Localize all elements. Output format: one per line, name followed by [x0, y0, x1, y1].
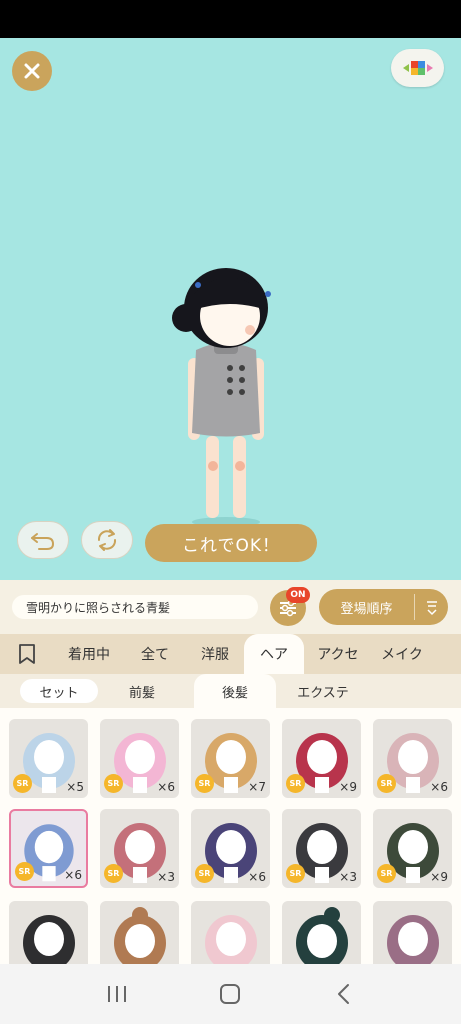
sort-order-icon[interactable] — [415, 598, 448, 616]
avatar-stage: これでOK！ — [0, 38, 461, 580]
hair-item[interactable]: SR ×5 — [9, 719, 88, 798]
tab-wearing[interactable]: 着用中 — [54, 634, 124, 674]
rarity-badge: SR — [13, 774, 32, 793]
item-count: ×9 — [339, 780, 357, 794]
category-tabs: 着用中 全て 洋服 ヘア アクセ メイク — [0, 634, 461, 674]
tab-hair[interactable]: ヘア — [244, 634, 304, 674]
tab-clothes[interactable]: 洋服 — [186, 634, 244, 674]
item-count: ×5 — [66, 780, 84, 794]
color-palette-icon — [402, 61, 433, 75]
status-bar — [0, 0, 461, 38]
home-icon — [220, 984, 241, 1004]
shuffle-icon — [97, 529, 117, 551]
hair-item[interactable] — [373, 901, 452, 964]
hair-item[interactable]: SR ×6 — [191, 809, 270, 888]
palette-button[interactable] — [391, 49, 444, 87]
hair-item-selected[interactable]: SR ×6 — [9, 809, 88, 888]
hair-item[interactable]: SR ×9 — [282, 719, 361, 798]
subtab-bangs[interactable]: 前髪 — [106, 679, 178, 703]
tab-all[interactable]: 全て — [124, 634, 186, 674]
item-count: ×6 — [430, 780, 448, 794]
confirm-ok-button[interactable]: これでOK！ — [145, 524, 317, 562]
rarity-badge: SR — [195, 774, 214, 793]
recent-apps-button[interactable] — [97, 974, 137, 1014]
hair-item[interactable] — [282, 901, 361, 964]
hair-item[interactable] — [100, 901, 179, 964]
search-input[interactable]: 雪明かりに照らされる青髪 — [12, 595, 258, 619]
rarity-badge: SR — [195, 864, 214, 883]
hair-item[interactable] — [9, 901, 88, 964]
item-grid: SR ×5 SR ×6 SR ×7 SR ×9 SR ×6 SR ×6 SR ×… — [0, 708, 461, 964]
rarity-badge: SR — [286, 864, 305, 883]
hair-sub-tabs: セット 前髪 後髪 エクステ — [0, 674, 461, 708]
tab-accessories[interactable]: アクセ — [304, 634, 372, 674]
rarity-badge: SR — [104, 774, 123, 793]
hair-item[interactable] — [191, 901, 270, 964]
item-count: ×6 — [64, 868, 82, 882]
hair-thumbnail — [114, 907, 166, 964]
hair-item[interactable]: SR ×6 — [100, 719, 179, 798]
rarity-badge: SR — [286, 774, 305, 793]
item-count: ×6 — [248, 870, 266, 884]
item-count: ×3 — [339, 870, 357, 884]
system-nav-bar — [0, 964, 461, 1024]
rarity-badge: SR — [15, 862, 34, 881]
rarity-badge: SR — [377, 864, 396, 883]
hair-thumbnail — [387, 915, 439, 964]
rarity-badge: SR — [377, 774, 396, 793]
item-count: ×9 — [430, 870, 448, 884]
hair-item[interactable]: SR ×6 — [373, 719, 452, 798]
sort-label: 登場順序 — [340, 601, 393, 617]
item-count: ×7 — [248, 780, 266, 794]
hair-thumbnail — [23, 915, 75, 964]
recent-apps-icon — [107, 986, 126, 1002]
search-row: 雪明かりに照らされる青髪 ON 登場順序 — [0, 580, 461, 634]
item-count: ×3 — [157, 870, 175, 884]
hair-item[interactable]: SR ×7 — [191, 719, 270, 798]
rarity-badge: SR — [104, 864, 123, 883]
close-icon — [24, 63, 40, 79]
tab-bookmark[interactable] — [0, 634, 54, 674]
home-button[interactable] — [210, 974, 250, 1014]
subtab-extensions[interactable]: エクステ — [282, 679, 364, 703]
back-button[interactable] — [324, 974, 364, 1014]
back-icon — [338, 984, 350, 1004]
hair-item[interactable]: SR ×9 — [373, 809, 452, 888]
subtab-set[interactable]: セット — [20, 679, 98, 703]
tab-makeup[interactable]: メイク — [372, 634, 432, 674]
undo-icon — [31, 533, 55, 550]
sort-button[interactable]: 登場順序 — [319, 589, 448, 625]
hair-item[interactable]: SR ×3 — [100, 809, 179, 888]
shuffle-button[interactable] — [81, 521, 133, 559]
hair-item[interactable]: SR ×3 — [282, 809, 361, 888]
filter-on-badge: ON — [286, 587, 310, 603]
avatar-figure — [172, 268, 271, 527]
subtab-back-hair[interactable]: 後髪 — [194, 674, 276, 708]
hair-thumbnail — [296, 907, 348, 964]
hair-thumbnail — [205, 915, 257, 964]
close-button[interactable] — [12, 51, 52, 91]
bookmark-icon — [19, 644, 35, 664]
item-count: ×6 — [157, 780, 175, 794]
undo-button[interactable] — [17, 521, 69, 559]
